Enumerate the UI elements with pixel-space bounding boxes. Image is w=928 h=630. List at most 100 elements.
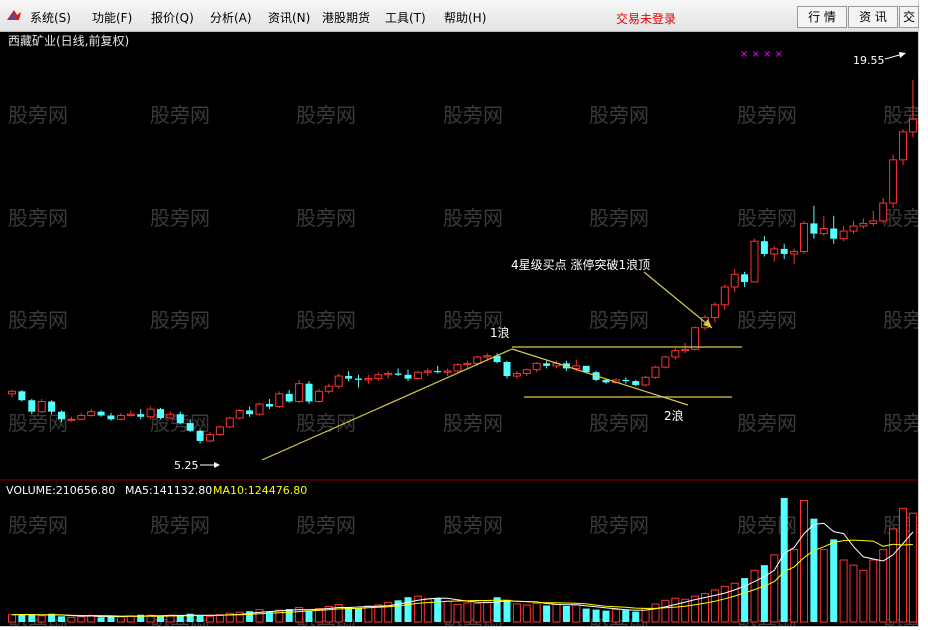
watermark-text: 股旁网 <box>150 513 210 537</box>
volume-bar <box>869 559 878 623</box>
volume-bar <box>859 569 868 623</box>
candle-body <box>176 414 184 424</box>
candle <box>116 412 125 421</box>
candle <box>879 197 888 224</box>
candle <box>859 218 868 229</box>
candle <box>532 362 541 373</box>
watermark-text: 股旁网 <box>443 206 503 230</box>
candle <box>215 425 224 436</box>
candle-body <box>741 274 749 282</box>
watermark-text: 股旁网 <box>8 308 68 332</box>
menu-item-help[interactable]: 帮助(H) <box>444 9 486 26</box>
candle-body <box>908 118 917 133</box>
candle-body <box>345 376 353 379</box>
candle-body <box>849 225 858 232</box>
volume-bar <box>235 611 244 623</box>
candle-body <box>651 366 660 378</box>
watermark-text: 股旁网 <box>589 308 649 332</box>
candle-body <box>522 369 531 375</box>
volume-bar <box>790 549 799 623</box>
volume-bar <box>720 585 729 623</box>
menu-item-system[interactable]: 系统(S) <box>30 9 71 26</box>
candle <box>434 365 442 374</box>
candle-body <box>324 385 333 392</box>
volume-bar <box>305 610 313 622</box>
menu-bar: 系统(S) 功能(F) 报价(Q) 分析(A) 资讯(N) 港股期货 工具(T)… <box>0 0 919 32</box>
app-logo-icon <box>7 10 21 20</box>
volume-bar <box>800 500 808 623</box>
ma10-label: MA10:124476.80 <box>213 484 307 497</box>
candle-body <box>710 304 719 319</box>
volume-bar <box>285 609 293 622</box>
candle <box>443 368 452 377</box>
candle <box>839 225 848 242</box>
candle-body <box>255 403 264 415</box>
menu-item-hk-futures[interactable]: 港股期货 <box>322 9 370 26</box>
candle-body <box>314 390 323 402</box>
candle <box>899 129 907 165</box>
menu-item-function[interactable]: 功能(F) <box>92 9 132 26</box>
candle <box>355 374 362 388</box>
watermark-text: 股旁网 <box>296 308 356 332</box>
candle-body <box>790 250 799 255</box>
volume-bar <box>839 559 848 623</box>
candle-body <box>28 400 36 412</box>
candle <box>641 376 650 387</box>
watermark-text: 股旁网 <box>8 103 68 127</box>
chart-title: 西藏矿业(日线,前复权) <box>8 33 129 48</box>
volume-bar <box>562 605 570 622</box>
kline-chart[interactable]: 股旁网股旁网股旁网股旁网股旁网股旁网股旁网股旁网股旁网股旁网股旁网股旁网股旁网股… <box>0 32 918 626</box>
candle <box>889 154 898 209</box>
signal-markers: × × × × <box>740 49 783 60</box>
volume-bar <box>107 616 115 622</box>
candle <box>522 368 531 377</box>
candle-body <box>355 378 362 380</box>
candle <box>770 246 779 262</box>
candle <box>67 416 76 422</box>
watermark-text: 股旁网 <box>150 103 210 127</box>
volume-bar <box>632 611 640 622</box>
candle-body <box>830 228 838 239</box>
trade-button[interactable]: 交 <box>899 6 919 28</box>
candle-body <box>839 230 848 240</box>
info-button[interactable]: 资 讯 <box>848 6 898 28</box>
candle-body <box>889 159 898 204</box>
watermark-text: 股旁网 <box>443 411 503 435</box>
volume-bar <box>463 602 472 623</box>
candle-body <box>37 400 46 413</box>
volume-bar <box>97 617 105 622</box>
candle-body <box>730 273 739 288</box>
candle-body <box>146 408 155 418</box>
candle-body <box>810 223 818 234</box>
watermark-text: 股旁网 <box>737 103 797 127</box>
watermark-text: 股旁网 <box>589 206 649 230</box>
candle <box>126 410 135 417</box>
menu-item-quote[interactable]: 报价(Q) <box>151 9 194 26</box>
candle <box>730 269 739 293</box>
candle-body <box>671 350 680 358</box>
volume-bar <box>849 564 858 623</box>
candle-body <box>48 401 56 412</box>
candle <box>750 238 759 283</box>
candle-body <box>434 370 442 373</box>
candle-body <box>443 370 452 373</box>
candle-body <box>423 370 432 373</box>
candle-body <box>770 248 779 255</box>
candle <box>810 205 818 239</box>
candle-body <box>512 373 521 377</box>
volume-bar <box>67 616 76 623</box>
candle-body <box>453 364 462 372</box>
candle <box>671 348 680 360</box>
market-button[interactable]: 行 情 <box>797 6 847 28</box>
menu-item-tools[interactable]: 工具(T) <box>385 9 426 26</box>
candle-body <box>879 202 888 222</box>
candle-body <box>275 393 284 408</box>
candle-body <box>295 383 304 402</box>
menu-item-analysis[interactable]: 分析(A) <box>210 9 252 26</box>
candle-body <box>483 355 492 358</box>
menu-item-news[interactable]: 资讯(N) <box>268 9 310 26</box>
candle-body <box>137 414 145 417</box>
candle <box>157 407 164 420</box>
candlestick-series <box>8 79 917 444</box>
volume-bar <box>750 569 759 623</box>
